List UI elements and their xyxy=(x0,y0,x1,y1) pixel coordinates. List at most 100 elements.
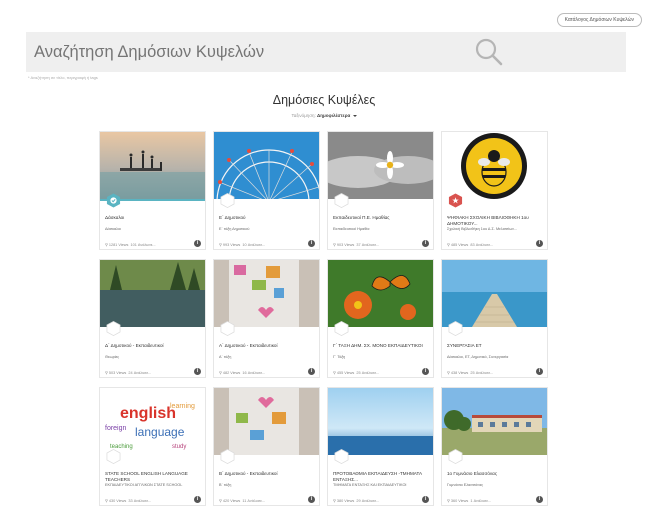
hive-thumbnail: english language foreign learning teachi… xyxy=(100,388,205,455)
views-count: 455 Views xyxy=(336,371,355,375)
hive-thumbnail xyxy=(442,260,547,327)
info-icon[interactable]: i xyxy=(194,240,201,247)
hexagon-icon xyxy=(334,321,349,336)
views-count: 482 Views xyxy=(222,371,241,375)
activity-count: 11 Ανάλυσε... xyxy=(242,499,266,503)
hive-title: 1ο Γυμνάσιο Ελασσόνας xyxy=(447,471,498,476)
hive-thumbnail xyxy=(442,132,547,199)
catalog-button[interactable]: Κατάλογος Δημόσιων Κυψελών xyxy=(556,13,642,27)
hands-flower-image xyxy=(328,132,433,199)
hive-subtitle: Θεωρίες xyxy=(105,355,120,359)
svg-text:learning: learning xyxy=(170,403,195,410)
hive-thumbnail xyxy=(328,388,433,455)
page: Κατάλογος Δημόσιων Κυψελών * Αναζήτηση σ… xyxy=(0,0,648,506)
hive-card[interactable]: Δ΄ Δημοτικού - Εκπαιδευτικοί Θεωρίες ⚲ 5… xyxy=(99,259,206,378)
info-icon[interactable]: i xyxy=(194,496,201,503)
hive-card[interactable]: Γ΄ ΤΑΞΗ ΔΗΜ. ΣΧ. ΜΟΝΟ ΕΚΠΑΙΔΕΥΤΙΚΟΙ Γ΄ Τ… xyxy=(327,259,434,378)
hive-subtitle: Γ΄ Τάξη xyxy=(333,355,346,359)
activity-count: 37 Ανάλυσε... xyxy=(356,243,380,247)
search-icon[interactable] xyxy=(474,37,504,67)
activity-count: 1 Ανάλυσε... xyxy=(470,499,492,503)
activity-count: 29 Ανάλυσε... xyxy=(356,499,380,503)
svg-text:language: language xyxy=(135,425,185,439)
hive-title: Δ΄ Δημοτικού - Εκπαιδευτικοί xyxy=(105,343,164,348)
school-building-image xyxy=(442,388,547,455)
hive-subtitle: Β΄ τάξη xyxy=(219,483,232,487)
views-count: 438 Views xyxy=(450,371,469,375)
info-icon[interactable]: i xyxy=(194,368,201,375)
hive-title: Γ΄ ΤΑΞΗ ΔΗΜ. ΣΧ. ΜΟΝΟ ΕΚΠΑΙΔΕΥΤΙΚΟΙ xyxy=(333,343,423,348)
hive-card[interactable]: Α΄ Δημοτικού - Εκπαιδευτικοί Α΄ τάξη ⚲ 4… xyxy=(213,259,320,378)
activity-count: 101 Ανάλυσε... xyxy=(130,243,156,247)
search-bar xyxy=(26,32,626,72)
views-count: 1281 Views xyxy=(108,243,129,247)
hive-subtitle: Γυμνάσιο Ελασσόνας xyxy=(447,483,484,487)
hive-stats: ⚲ 455 Views 25 Ανάλυσε... xyxy=(333,371,380,375)
svg-text:study: study xyxy=(172,444,186,450)
hive-title: Δάσκαλοι xyxy=(105,215,125,220)
hive-card[interactable]: Εκπαιδευτικοί Π.Ε. Ημαθίας Εκπαιδευτικοί… xyxy=(327,131,434,250)
hive-thumbnail xyxy=(100,260,205,327)
hexagon-icon xyxy=(448,449,463,464)
info-icon[interactable]: i xyxy=(422,240,429,247)
info-icon[interactable]: i xyxy=(422,368,429,375)
info-icon[interactable]: i xyxy=(536,368,543,375)
activity-count: 25 Ανάλυσε... xyxy=(356,371,380,375)
activity-count: 25 Ανάλυσε... xyxy=(470,371,494,375)
sunset-beach-image xyxy=(100,132,205,199)
hive-thumbnail xyxy=(328,260,433,327)
info-icon[interactable]: i xyxy=(308,240,315,247)
info-icon[interactable]: i xyxy=(536,496,543,503)
hive-card[interactable]: ΨΗΦΙΑΚΗ ΣΧΟΛΙΚΗ ΒΙΒΛΙΟΘΗΚΗ 1ου ΔΗΜΟΤΙΚΟΥ… xyxy=(441,131,548,250)
bee-logo-image xyxy=(442,132,547,199)
hive-stats: ⚲ 503 Views 24 Ανάλυσε... xyxy=(105,371,152,375)
hive-card[interactable]: english language foreign learning teachi… xyxy=(99,387,206,506)
english-wordcloud-image: english language foreign learning teachi… xyxy=(100,388,205,455)
info-icon[interactable]: i xyxy=(308,496,315,503)
hive-card[interactable]: ΣΥΝΕΡΓΑΣΙΑ ΕΤ Δάσκαλοι, ΕΤ, Δημοτικό, Συ… xyxy=(441,259,548,378)
views-count: 485 Views xyxy=(450,243,469,247)
hive-title: Α΄ Δημοτικού - Εκπαιδευτικοί xyxy=(219,343,278,348)
activity-count: 16 Ανάλυσε... xyxy=(242,371,266,375)
sort-dropdown[interactable]: Δημοφιλέστερα xyxy=(317,113,357,118)
search-hint: * Αναζήτηση σε τίτλο, περιγραφή ή tags xyxy=(28,75,98,80)
views-count: 503 Views xyxy=(108,371,127,375)
hive-thumbnail xyxy=(328,132,433,199)
hexagon-icon xyxy=(220,449,235,464)
hexagon-icon xyxy=(334,193,349,208)
hive-title: Εκπαιδευτικοί Π.Ε. Ημαθίας xyxy=(333,215,390,220)
info-icon[interactable]: i xyxy=(536,240,543,247)
hive-subtitle: Α΄ τάξη xyxy=(219,355,232,359)
hive-card[interactable]: ΠΡΟΤΟΒΑΘΜΙΑ ΕΚΠΑΙΔΕΥΣΗ -ΤΜΗΜΑΤΑ ΕΝΤΑΞΗΣ.… xyxy=(327,387,434,506)
views-count: 360 Views xyxy=(450,499,469,503)
hexagon-icon xyxy=(448,321,463,336)
hive-stats: ⚲ 1281 Views 101 Ανάλυσε... xyxy=(105,243,156,247)
hive-title: STATE SCHOOL ENGLISH LANGUAGE TEACHERS xyxy=(105,471,188,482)
activity-count: 24 Ανάλυσε... xyxy=(128,371,152,375)
forest-lake-image xyxy=(100,260,205,327)
sort-row: Ταξινόμηση: Δημοφιλέστερα xyxy=(0,113,648,118)
hive-thumbnail xyxy=(100,132,205,201)
views-count: 380 Views xyxy=(336,499,355,503)
views-count: 420 Views xyxy=(222,499,241,503)
hexagon-icon xyxy=(106,449,121,464)
hive-title: ΠΡΟΤΟΒΑΘΜΙΑ ΕΚΠΑΙΔΕΥΣΗ -ΤΜΗΜΑΤΑ ΕΝΤΑΞΗΣ.… xyxy=(333,471,422,482)
info-icon[interactable]: i xyxy=(422,496,429,503)
views-count: 430 Views xyxy=(108,499,127,503)
check-badge-icon xyxy=(106,193,121,208)
caret-down-icon xyxy=(352,114,357,117)
hive-title: ΣΥΝΕΡΓΑΣΙΑ ΕΤ xyxy=(447,343,482,348)
info-icon[interactable]: i xyxy=(308,368,315,375)
classroom-door-image xyxy=(214,260,319,327)
hive-stats: ⚲ 993 Views 10 Ανάλυσε... xyxy=(219,243,266,247)
svg-text:english: english xyxy=(120,405,176,422)
hive-thumbnail xyxy=(214,388,319,455)
hive-card[interactable]: Ε΄ Δημοτικού Ε΄ τάξη Δημοτικού ⚲ 993 Vie… xyxy=(213,131,320,250)
butterfly-flower-image xyxy=(328,260,433,327)
hive-card[interactable]: Δάσκαλοι Δάσκαλοι ⚲ 1281 Views 101 Ανάλυ… xyxy=(99,131,206,250)
hive-thumbnail xyxy=(214,132,319,199)
search-input[interactable] xyxy=(34,32,464,72)
hive-card[interactable]: 1ο Γυμνάσιο Ελασσόνας Γυμνάσιο Ελασσόνας… xyxy=(441,387,548,506)
hive-card[interactable]: Β΄ Δημοτικού - Εκπαιδευτικοί Β΄ τάξη ⚲ 4… xyxy=(213,387,320,506)
sea-sky-image xyxy=(328,388,433,455)
